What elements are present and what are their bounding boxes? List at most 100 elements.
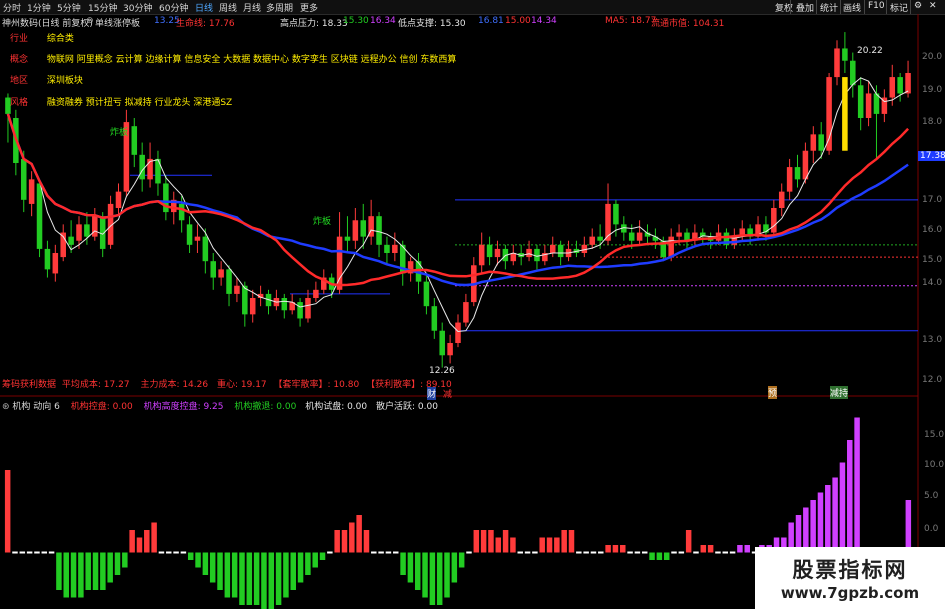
lower-bar (239, 552, 245, 605)
lower-bar (312, 552, 318, 568)
candle-body (20, 158, 27, 200)
lower-bar (217, 552, 223, 590)
lower-zero-mark (729, 551, 736, 554)
lower-zero-mark (590, 551, 597, 554)
lower-tick: 5.0 (924, 491, 939, 501)
lower-bar (663, 552, 670, 560)
lower-bar (70, 552, 77, 598)
lower-zero-mark (12, 551, 18, 554)
lower-bar (129, 530, 135, 553)
kline-chart[interactable] (0, 0, 945, 609)
candle-body (510, 253, 517, 262)
lower-bar (473, 530, 480, 553)
lower-bar (253, 552, 260, 605)
avg-cost: 平均成本: 17.27 (61, 380, 130, 390)
lower-bar (444, 552, 450, 598)
lower-bar (114, 552, 121, 575)
lower-bar (546, 537, 553, 553)
lower-bar (605, 545, 611, 553)
candle-body (668, 236, 674, 258)
inst-test: 机构试盘: 0.00 (305, 402, 368, 412)
lower-bar (122, 552, 128, 568)
candle-body (850, 60, 856, 86)
lower-bar (4, 470, 11, 553)
candle-body (234, 285, 240, 294)
lower-bar (275, 552, 282, 605)
lower-bar (568, 530, 575, 553)
lower-bar (685, 530, 692, 553)
event-marker-zengchi[interactable]: 减持 (830, 386, 849, 399)
lower-zero-mark (678, 551, 685, 554)
low-price-label: 12.26 (429, 366, 455, 376)
tag-value: 物联网 阿里概念 云计算 边缘计算 信息安全 大数据 数据中心 数字孪生 区块链… (46, 55, 457, 65)
candle-body (92, 216, 98, 237)
lower-bar (803, 507, 809, 553)
lower-zero-mark (517, 551, 523, 554)
lower-zero-mark (466, 551, 472, 554)
candle-body (771, 208, 777, 233)
candle-body (589, 236, 595, 245)
lower-bar (92, 552, 99, 590)
high-price-label: 20.22 (857, 46, 883, 56)
lower-zero-mark (634, 551, 641, 554)
candle-body (778, 191, 785, 208)
lower-bar (268, 552, 275, 609)
candle-body (431, 306, 438, 331)
candle-body (810, 134, 817, 151)
candle-body (628, 232, 635, 241)
candle-body (344, 236, 351, 241)
lower-bar (539, 537, 545, 553)
candle-body (636, 232, 643, 241)
candle-body (226, 269, 232, 294)
candle-body (384, 244, 390, 253)
lower-zero-mark (19, 551, 26, 554)
highlight-bar (842, 77, 848, 151)
event-marker-yu[interactable]: 预 (768, 386, 778, 399)
tag-industry: 行业 综合类 (10, 31, 74, 44)
price-tick: 15.0 (922, 255, 943, 265)
lower-tick: 15.0 (924, 430, 945, 440)
lower-bar (458, 552, 465, 568)
candle-body (794, 167, 801, 180)
lower-zero-mark (41, 551, 48, 554)
lower-bar (85, 552, 91, 590)
retail-active: 散户活跃: 0.00 (376, 402, 438, 412)
price-tick: 14.0 (922, 278, 943, 288)
lower-bar (363, 530, 370, 553)
lower-bar (100, 552, 106, 590)
tag-key: 行业 (10, 34, 29, 44)
lower-bar (195, 552, 201, 568)
lower-bar (414, 552, 421, 590)
candle-body (842, 48, 848, 61)
lower-zero-mark (378, 551, 384, 554)
candle-body (155, 158, 161, 184)
lower-bar (451, 552, 458, 583)
candle-body (313, 289, 319, 298)
tag-style: 风格 融资融券 预计扭亏 拟减持 行业龙头 深港通SZ (10, 95, 232, 108)
watermark-logo: 股票指标网 www.7gpzb.com (755, 547, 945, 609)
lower-zero-mark (166, 551, 172, 554)
lower-bar (231, 552, 238, 598)
lower-zero-mark (327, 551, 333, 554)
candle-body (210, 261, 216, 278)
lower-zero-mark (393, 551, 399, 554)
lower-zero-mark (532, 551, 538, 554)
lower-bar (144, 530, 150, 553)
candle-body (36, 183, 43, 249)
limit-break-label-1: 炸板 (110, 128, 129, 138)
candle-body (557, 244, 564, 258)
lower-bar (319, 552, 326, 560)
lower-bar (495, 537, 502, 553)
candle-body (676, 232, 682, 237)
lower-zero-mark (48, 551, 55, 554)
candle-body (834, 48, 840, 78)
lower-bar (561, 530, 567, 553)
candle-body (352, 220, 359, 241)
candle-body (478, 244, 485, 266)
settings-small-icon[interactable]: ⊛ (2, 402, 10, 412)
candle-body (202, 236, 209, 262)
lower-zero-mark (173, 551, 179, 554)
lower-title[interactable]: 机构 动向 6 (12, 402, 59, 412)
lower-bar (107, 552, 113, 583)
lower-indicator-header: ⊛ 机构 动向 6 机构控盘: 0.00 机构高度控盘: 9.25 机构撤退: … (2, 399, 438, 412)
